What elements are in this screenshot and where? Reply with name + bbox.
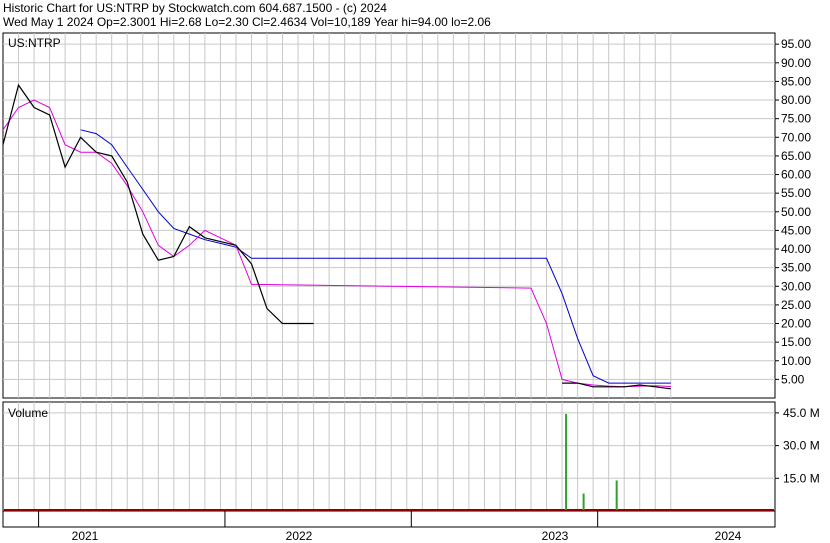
volume-panel-frame	[2, 401, 776, 512]
y-tick-label: 5.00	[781, 372, 805, 386]
y-tick-label: 20.00	[781, 317, 811, 331]
y-tick-label: 60.00	[781, 168, 811, 182]
y-tick-label: 30.00	[781, 279, 811, 293]
x-tick-label: 2023	[542, 529, 569, 543]
y-tick-label: 70.00	[781, 130, 811, 144]
volume-tick-label: 30.0 M	[783, 439, 820, 453]
x-tick-label: 2021	[72, 529, 99, 543]
volume-tick-label: 45.0 M	[783, 406, 820, 420]
x-tick-label: 2024	[715, 529, 742, 543]
y-tick-label: 95.00	[781, 37, 811, 51]
price-volume-chart: 95.00 90.00 85.00 80.00 75.00 70.00 65.00 60.00…	[2, 32, 820, 543]
y-tick-label: 80.00	[781, 93, 811, 107]
y-tick-label: 75.00	[781, 112, 811, 126]
price-panel-frame	[2, 32, 776, 399]
y-tick-label: 15.00	[781, 335, 811, 349]
y-tick-label: 85.00	[781, 74, 811, 88]
volume-tick-label: 15.0 M	[783, 471, 820, 485]
y-tick-label: 10.00	[781, 354, 811, 368]
y-tick-label: 65.00	[781, 149, 811, 163]
time-axis-frame	[2, 510, 776, 528]
volume-panel-title: Volume	[8, 406, 48, 420]
short-moving-average-line	[2, 99, 671, 388]
y-tick-label: 35.00	[781, 261, 811, 275]
y-tick-label: 40.00	[781, 242, 811, 256]
y-tick-label: 50.00	[781, 205, 811, 219]
price-line	[2, 83, 671, 390]
y-tick-label: 90.00	[781, 56, 811, 70]
y-tick-label: 45.00	[781, 223, 811, 237]
y-tick-label: 25.00	[781, 298, 811, 312]
x-tick-label: 2022	[286, 529, 313, 543]
price-panel-title: US:NTRP	[8, 36, 61, 50]
y-tick-label: 55.00	[781, 186, 811, 200]
